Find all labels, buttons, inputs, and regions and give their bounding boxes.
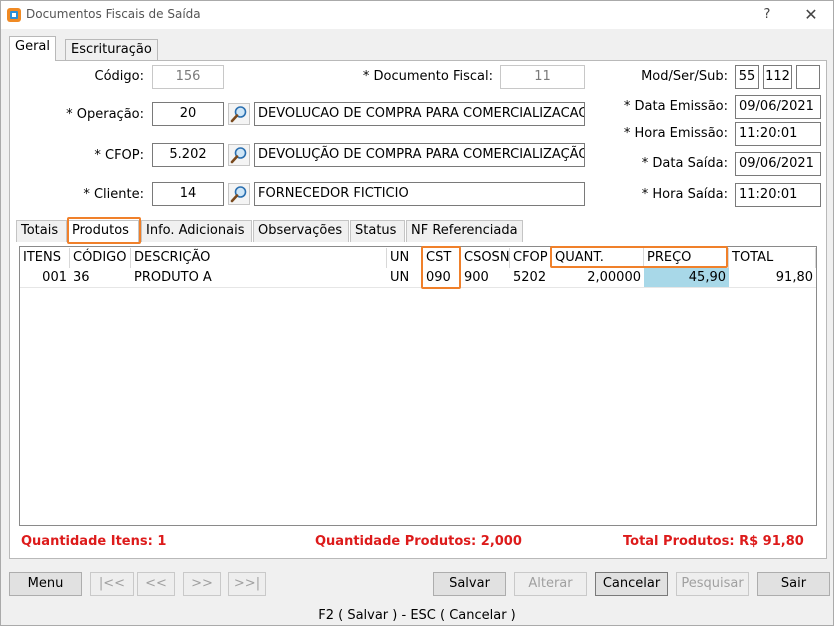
- table-row-itens[interactable]: 001: [20, 268, 70, 288]
- subserie-field[interactable]: [796, 65, 820, 89]
- tab-geral[interactable]: Geral: [9, 36, 56, 61]
- window-title: Documentos Fiscais de Saída: [26, 7, 201, 21]
- table-row-total[interactable]: 91,80: [729, 268, 816, 288]
- table-row-codigo[interactable]: 36: [70, 268, 131, 288]
- documento-fiscal-label: * Documento Fiscal:: [362, 69, 493, 84]
- table-row-un[interactable]: UN: [387, 268, 423, 288]
- column-header-un[interactable]: UN: [387, 248, 423, 268]
- total-produtos-label: Total Produtos: R$ 91,80: [623, 534, 804, 549]
- column-header-descricao[interactable]: DESCRIÇÃO: [131, 248, 387, 268]
- hora-emissao-label: * Hora Emissão:: [623, 126, 728, 141]
- column-header-itens[interactable]: ITENS: [20, 248, 70, 268]
- table-row-quant[interactable]: 2,00000: [552, 268, 644, 288]
- column-header-total[interactable]: TOTAL: [729, 248, 816, 268]
- table-row-csosn[interactable]: 900: [461, 268, 510, 288]
- serie-field[interactable]: 112: [763, 65, 792, 89]
- column-header-csosn[interactable]: CSOSN: [461, 248, 510, 268]
- operacao-code-field[interactable]: 20: [152, 102, 224, 126]
- cliente-description-field[interactable]: FORNECEDOR FICTICIO: [254, 182, 585, 206]
- documento-fiscal-field: 11: [500, 65, 585, 89]
- data-emissao-label: * Data Emissão:: [623, 99, 728, 114]
- quant-preco-header-highlight: [550, 246, 728, 268]
- cliente-code-field[interactable]: 14: [152, 182, 224, 206]
- tab-escrituracao[interactable]: Escrituração: [65, 39, 158, 61]
- column-header-codigo[interactable]: CÓDIGO: [70, 248, 131, 268]
- quantidade-produtos-label: Quantidade Produtos: 2,000: [315, 534, 522, 549]
- app-logo-icon: [7, 8, 21, 22]
- first-record-button[interactable]: |<<: [90, 572, 134, 596]
- operacao-label: * Operação:: [66, 107, 144, 122]
- cliente-search-icon[interactable]: [228, 183, 250, 205]
- data-emissao-field[interactable]: 09/06/2021: [735, 95, 821, 119]
- pesquisar-button[interactable]: Pesquisar: [676, 572, 749, 596]
- salvar-button[interactable]: Salvar: [433, 572, 506, 596]
- cfop-code-field[interactable]: 5.202: [152, 143, 224, 167]
- cst-column-highlight: [421, 246, 461, 289]
- operacao-search-icon[interactable]: [228, 103, 250, 125]
- previous-record-button[interactable]: <<: [137, 572, 175, 596]
- status-bar: F2 ( Salvar ) - ESC ( Cancelar ): [318, 608, 516, 623]
- close-button[interactable]: ✕: [799, 5, 823, 25]
- title-bar: Documentos Fiscais de Saída ? ✕: [1, 1, 833, 29]
- menu-button[interactable]: Menu: [9, 572, 82, 596]
- cfop-description-field[interactable]: DEVOLUÇÃO DE COMPRA PARA COMERCIALIZAÇÃO: [254, 143, 585, 167]
- app-window: Documentos Fiscais de Saída ? ✕ Geral Es…: [0, 0, 834, 626]
- table-row-cfop[interactable]: 5202: [510, 268, 552, 288]
- operacao-description-field[interactable]: DEVOLUCAO DE COMPRA PARA COMERCIALIZACAO: [254, 102, 585, 126]
- tab-observacoes[interactable]: Observações: [253, 220, 349, 242]
- next-record-button[interactable]: >>: [183, 572, 221, 596]
- codigo-field: 156: [152, 65, 224, 89]
- help-button[interactable]: ?: [757, 5, 777, 25]
- hora-saida-field[interactable]: 11:20:01: [735, 183, 821, 207]
- data-saida-field[interactable]: 09/06/2021: [735, 152, 821, 176]
- cfop-label: * CFOP:: [94, 148, 144, 163]
- mod-ser-sub-label: Mod/Ser/Sub:: [641, 69, 728, 84]
- data-saida-label: * Data Saída:: [641, 156, 728, 171]
- last-record-button[interactable]: >>|: [228, 572, 266, 596]
- column-header-cfop[interactable]: CFOP: [510, 248, 552, 268]
- hora-saida-label: * Hora Saída:: [641, 187, 728, 202]
- quantidade-itens-label: Quantidade Itens: 1: [21, 534, 167, 549]
- tab-info-adicionais[interactable]: Info. Adicionais: [141, 220, 252, 242]
- table-row-preco-selected[interactable]: 45,90: [644, 268, 729, 288]
- produtos-tab-highlight: [67, 217, 141, 244]
- tab-totais[interactable]: Totais: [16, 220, 67, 242]
- products-grid: ITENS CÓDIGO DESCRIÇÃO UN CST CSOSN CFOP…: [19, 246, 817, 526]
- hora-emissao-field[interactable]: 11:20:01: [735, 122, 821, 146]
- tab-nf-referenciada[interactable]: NF Referenciada: [406, 220, 523, 242]
- alterar-button[interactable]: Alterar: [514, 572, 587, 596]
- cliente-label: * Cliente:: [83, 187, 144, 202]
- modelo-field[interactable]: 55: [735, 65, 759, 89]
- table-row-descricao[interactable]: PRODUTO A: [131, 268, 387, 288]
- cfop-search-icon[interactable]: [228, 144, 250, 166]
- sair-button[interactable]: Sair: [757, 572, 830, 596]
- codigo-label: Código:: [94, 69, 144, 84]
- tab-status[interactable]: Status: [350, 220, 405, 242]
- cancelar-button[interactable]: Cancelar: [595, 572, 668, 596]
